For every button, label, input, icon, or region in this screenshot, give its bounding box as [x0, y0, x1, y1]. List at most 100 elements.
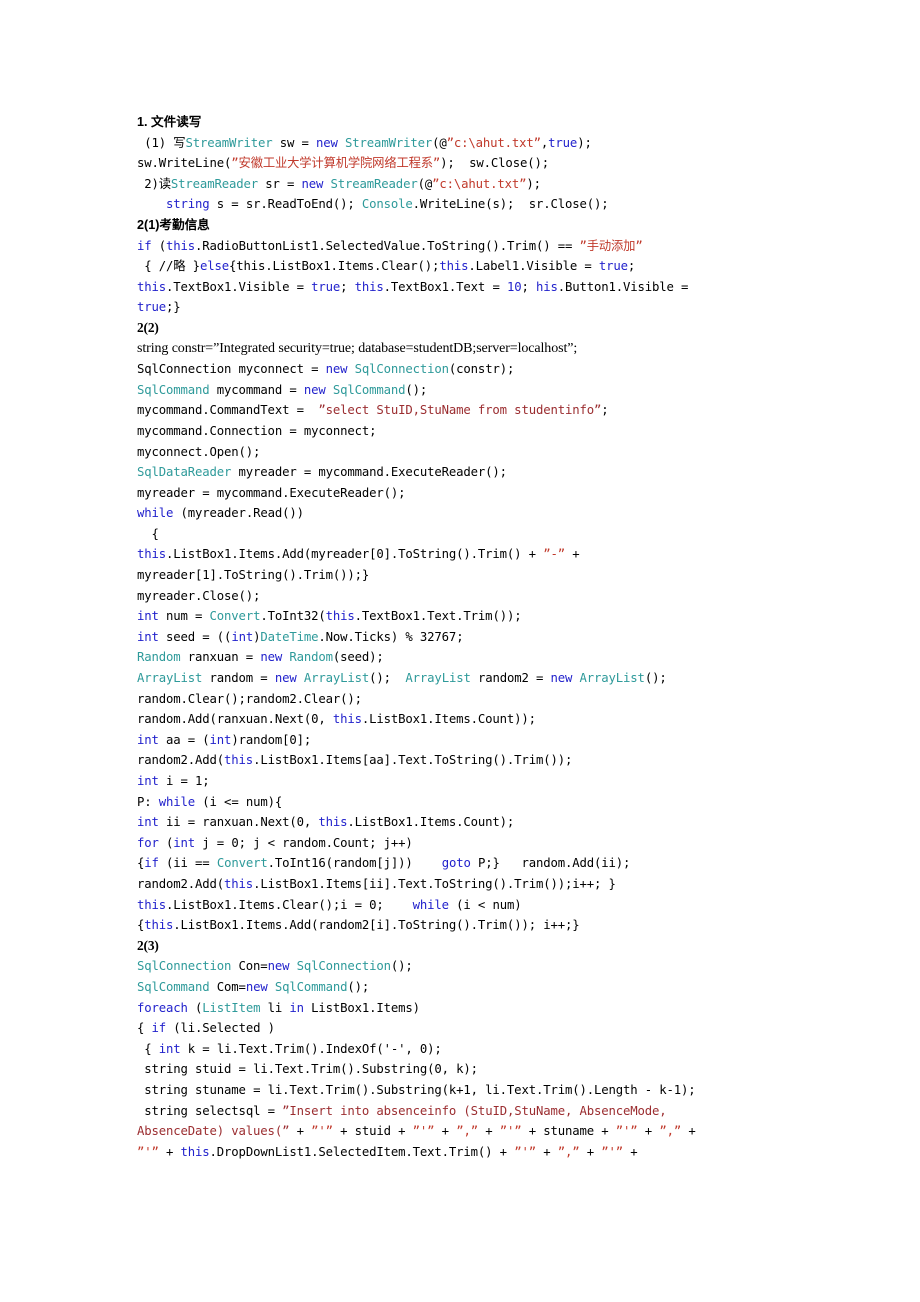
- code-token-kw: while: [158, 794, 196, 809]
- code-token-plain: .ListBox1.Items[aa].Text.ToString().Trim…: [253, 753, 573, 768]
- code-token-typ: ArrayList: [579, 671, 645, 686]
- code-token-plain: .ListBox1.Items.Count);: [347, 815, 515, 830]
- code-token-plain: (myreader.Read()): [173, 506, 304, 521]
- code-token-plain: );: [526, 176, 541, 191]
- code-token-kw: while: [137, 506, 174, 521]
- code-token-plain: ranxuan =: [180, 650, 261, 665]
- code-line: foreach (ListItem li in ListBox1.Items): [137, 998, 830, 1019]
- code-token-plain: .ListBox1.Items.Clear();i = 0;: [166, 897, 413, 912]
- code-token-kw: this: [318, 815, 348, 830]
- code-line: random2.Add(this.ListBox1.Items[ii].Text…: [137, 874, 830, 895]
- code-line: Random ranxuan = new Random(seed);: [137, 647, 830, 668]
- code-token-plain: ();: [369, 671, 406, 686]
- code-line: string s = sr.ReadToEnd(); Console.Write…: [137, 194, 830, 215]
- code-line: string stuname = li.Text.Trim().Substrin…: [137, 1080, 830, 1101]
- code-token-kw: this: [325, 609, 355, 624]
- code-token-plain: +: [158, 1144, 181, 1159]
- code-token-plain: .TextBox1.Text =: [383, 279, 507, 294]
- code-token-plain: ();: [405, 382, 428, 397]
- code-token-typ: ArrayList: [137, 671, 203, 686]
- code-token-plain: .DropDownList1.SelectedItem.Text.Trim() …: [209, 1144, 515, 1159]
- code-token-plain: +: [434, 1124, 457, 1139]
- code-token-plain: j = 0; j < random.Count; j++): [195, 835, 413, 850]
- code-token-plain: {this.ListBox1.Items.Clear();: [228, 259, 440, 274]
- code-token-kw: new: [274, 671, 297, 686]
- code-token-plain: ); sw.Close();: [440, 156, 549, 171]
- code-line: (1) 写StreamWriter sw = new StreamWriter(…: [137, 133, 830, 154]
- code-token-str: ”'”: [412, 1124, 435, 1139]
- code-token-plain: P:: [137, 794, 159, 809]
- code-token-str: ”'”: [601, 1144, 624, 1159]
- code-token-plain: + stuname +: [521, 1124, 616, 1139]
- code-token-plain: ();: [390, 959, 413, 974]
- code-line: random2.Add(this.ListBox1.Items[aa].Text…: [137, 750, 830, 771]
- code-token-typ: Convert: [216, 856, 268, 871]
- code-token-plain: aa = (: [158, 732, 210, 747]
- code-token-typ: ArrayList: [405, 671, 471, 686]
- code-line: AbsenceDate) values(” + ”'” + stuid + ”'…: [137, 1121, 830, 1142]
- code-token-kw: 10: [506, 279, 522, 294]
- section-heading: 2(1)考勤信息: [137, 217, 210, 232]
- code-token-kw: string: [166, 197, 210, 212]
- code-line: true;}: [137, 297, 830, 318]
- code-token-plain: myreader = mycommand.ExecuteReader();: [231, 465, 508, 480]
- code-token-plain: +: [564, 547, 580, 562]
- code-token-plain: .Label1.Visible =: [468, 259, 599, 274]
- code-token-kw: true: [548, 135, 578, 150]
- code-token-str: ”安徽工业大学计算机学院网络工程系”: [231, 156, 441, 171]
- code-token-str: ”-”: [543, 547, 565, 562]
- code-token-plain: myreader = mycommand.ExecuteReader();: [137, 485, 406, 500]
- code-token-typ: StreamWriter: [345, 135, 433, 150]
- code-token-plain: Com=: [209, 979, 246, 994]
- code-token-kw: this: [180, 1144, 210, 1159]
- code-token-str: ”'”: [137, 1144, 159, 1159]
- code-token-plain: {: [137, 526, 159, 541]
- code-token-plain: (@: [417, 176, 433, 191]
- code-token-typ: StreamWriter: [185, 135, 273, 150]
- code-line: myconnect.Open();: [137, 442, 830, 463]
- code-token-plain: num =: [158, 609, 210, 624]
- document-page: 1. 文件读写 (1) 写StreamWriter sw = new Strea…: [0, 0, 920, 1302]
- code-token-plain: (: [187, 1000, 203, 1015]
- code-token-kw: int: [158, 1041, 181, 1056]
- code-token-plain: myconnect.Open();: [137, 444, 261, 459]
- code-token-plain: .RadioButtonList1.SelectedValue.ToString…: [195, 238, 580, 253]
- code-token-plain: ii = ranxuan.Next(0,: [158, 815, 319, 830]
- code-token-plain: ;: [340, 279, 355, 294]
- code-token-plain: Con=: [231, 959, 268, 974]
- code-token-plain: +: [477, 1124, 500, 1139]
- code-token-kw: this: [354, 279, 384, 294]
- code-token-kw: this: [144, 918, 174, 933]
- code-token-plain: sr =: [257, 176, 302, 191]
- code-token-kw: int: [137, 609, 159, 624]
- code-token-str: ”'”: [311, 1124, 333, 1139]
- code-token-str: ”c:\ahut.txt”: [432, 176, 527, 191]
- code-token-kw: new: [316, 135, 338, 150]
- code-line: random.Add(ranxuan.Next(0, this.ListBox1…: [137, 709, 830, 730]
- code-token-kw: int: [137, 732, 159, 747]
- code-token-strd: ”Insert into absenceinfo (StuID,StuName,…: [282, 1103, 667, 1118]
- code-line: SqlCommand Com=new SqlCommand();: [137, 977, 830, 998]
- code-token-plain: +: [579, 1144, 602, 1159]
- code-line: ArrayList random = new ArrayList(); Arra…: [137, 668, 830, 689]
- code-token-plain: mycommand.Connection = myconnect;: [137, 423, 377, 438]
- code-token-plain: .ToInt16(random[j])): [267, 856, 442, 871]
- code-token-str: ”'”: [514, 1144, 536, 1159]
- code-token-plain: .Now.Ticks) % 32767;: [318, 629, 464, 644]
- code-token-plain: ;: [601, 403, 609, 418]
- code-token-typ: Random: [289, 650, 333, 665]
- code-line: SqlDataReader myreader = mycommand.Execu…: [137, 462, 830, 483]
- code-token-typ: StreamReader: [330, 176, 418, 191]
- code-line: mycommand.CommandText = ”select StuID,St…: [137, 400, 830, 421]
- code-token-typ: SqlCommand: [274, 979, 348, 994]
- code-token-plain: i = 1;: [158, 774, 210, 788]
- code-token-kw: new: [550, 671, 573, 686]
- code-token-plain: random =: [202, 671, 275, 686]
- code-line: sw.WriteLine(”安徽工业大学计算机学院网络工程系”); sw.Clo…: [137, 153, 830, 174]
- code-token-typ: StreamReader: [170, 176, 258, 191]
- code-token-typ: SqlCommand: [332, 382, 406, 397]
- code-token-kw: true: [137, 300, 167, 315]
- code-token-plain: +: [623, 1144, 638, 1159]
